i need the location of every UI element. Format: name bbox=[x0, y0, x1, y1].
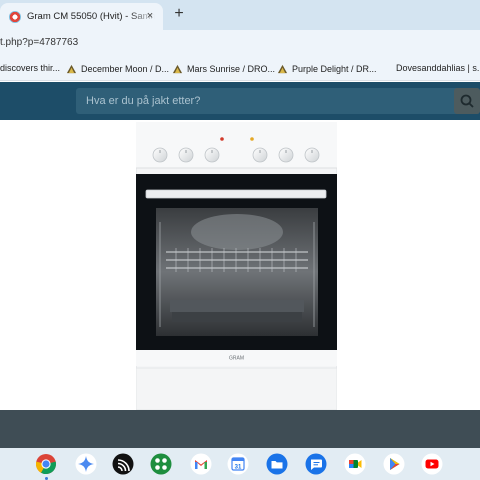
tab-strip: Gram CM 55050 (Hvit) - Sammenlign priser… bbox=[0, 0, 480, 30]
bookmarks-bar: discovers thir... December Moon / D... M… bbox=[0, 57, 480, 81]
gmail-icon[interactable] bbox=[190, 453, 212, 475]
bookmark-item[interactable]: Purple Delight / DR... bbox=[277, 63, 377, 74]
os-shelf: 31 bbox=[0, 448, 480, 480]
svg-text:31: 31 bbox=[235, 465, 242, 471]
bookmark-favicon-icon bbox=[66, 64, 77, 74]
site-header bbox=[0, 82, 480, 120]
bookmark-label: December Moon / D... bbox=[81, 63, 170, 74]
gemini-icon[interactable] bbox=[75, 453, 97, 475]
tab-close-icon[interactable]: × bbox=[143, 9, 157, 23]
page-footer-bar bbox=[0, 410, 480, 448]
bookmark-label: discovers thir... bbox=[0, 63, 61, 73]
screen: Gram CM 55050 (Hvit) - Sammenlign priser… bbox=[0, 0, 480, 480]
oven-brand-label: GRAM bbox=[229, 356, 244, 362]
bookmark-item[interactable]: Mars Sunrise / DRO... bbox=[172, 63, 275, 74]
bookmark-favicon-icon bbox=[172, 64, 183, 74]
url-text[interactable]: t.php?p=4787763 bbox=[0, 37, 78, 48]
oven-product-image: GRAM bbox=[136, 122, 337, 410]
search-icon bbox=[460, 94, 474, 108]
messages-icon[interactable] bbox=[305, 453, 327, 475]
bookmark-label: Purple Delight / DR... bbox=[292, 63, 377, 74]
files-icon[interactable] bbox=[266, 453, 288, 475]
bookmark-label: Dovesanddahlias | s... bbox=[396, 63, 480, 73]
bookmark-label: Mars Sunrise / DRO... bbox=[187, 63, 276, 74]
bookmark-item[interactable]: discovers thir... bbox=[0, 63, 60, 73]
play-store-icon[interactable] bbox=[383, 453, 405, 475]
bookmark-item[interactable]: December Moon / D... bbox=[66, 63, 169, 74]
apps-icon[interactable] bbox=[150, 453, 172, 475]
new-tab-button[interactable]: + bbox=[171, 5, 187, 23]
youtube-icon[interactable] bbox=[421, 453, 443, 475]
browser-tab[interactable]: Gram CM 55050 (Hvit) - Sammenlign priser… bbox=[0, 3, 163, 30]
product-image-area: GRAM bbox=[0, 120, 480, 410]
search-box[interactable] bbox=[76, 88, 480, 114]
site-favicon-icon bbox=[9, 10, 21, 23]
cast-icon[interactable] bbox=[112, 453, 134, 475]
bookmark-item[interactable]: Dovesanddahlias | s... bbox=[396, 63, 480, 73]
search-button[interactable] bbox=[454, 88, 480, 114]
tab-title: Gram CM 55050 (Hvit) - Sammenlign priser bbox=[27, 11, 155, 22]
calendar-icon[interactable]: 31 bbox=[227, 453, 249, 475]
address-bar[interactable]: t.php?p=4787763 bbox=[0, 30, 480, 57]
bookmark-favicon-icon bbox=[277, 64, 288, 74]
meet-icon[interactable] bbox=[344, 453, 366, 475]
chrome-icon[interactable] bbox=[35, 453, 57, 475]
search-input[interactable] bbox=[86, 88, 446, 114]
